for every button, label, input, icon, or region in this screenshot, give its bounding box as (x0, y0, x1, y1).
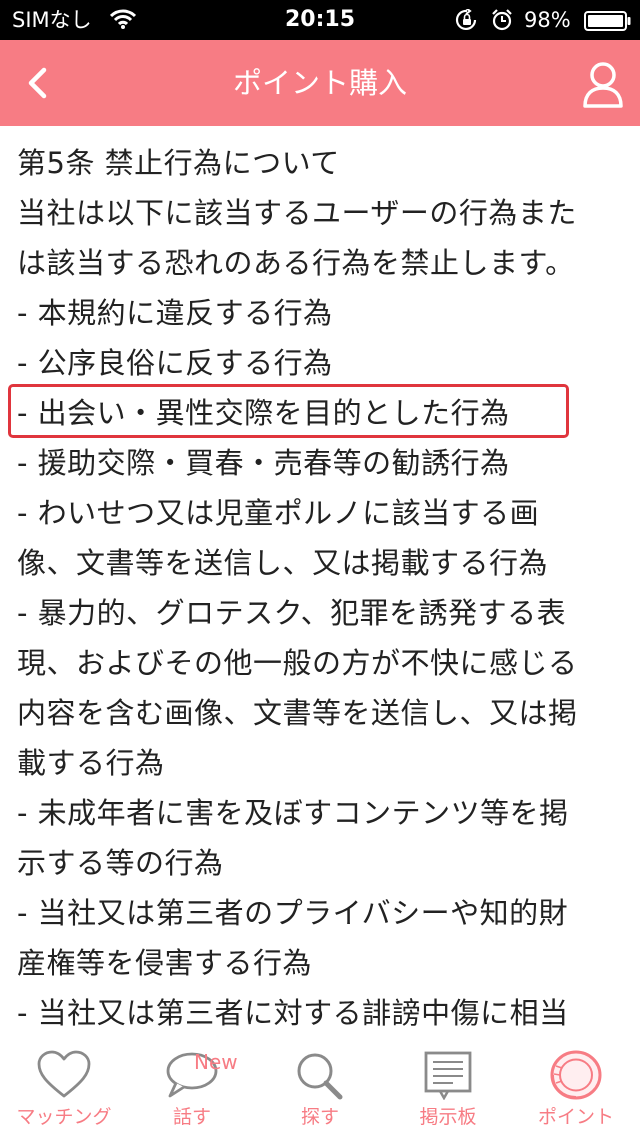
bulletin-board-icon (424, 1051, 472, 1100)
terms-line-highlighted: - 出会い・異性交際を目的とした行為 (17, 396, 510, 430)
terms-text: 第5条 禁止行為について 当社は以下に該当するユーザーの行為また は該当する恐れ… (17, 138, 629, 1028)
terms-line: - 暴力的、グロテスク、犯罪を誘発する表 (17, 596, 567, 630)
new-badge: New (194, 1050, 238, 1074)
terms-line: - 援助交際・買春・売春等の勧誘行為 (17, 446, 510, 480)
terms-line: 載する行為 (17, 746, 165, 780)
tab-board[interactable]: 掲示板 (384, 1028, 512, 1136)
navigation-bar: ポイント購入 (0, 40, 640, 126)
heart-icon (37, 1050, 91, 1098)
terms-line: - 本規約に違反する行為 (17, 296, 333, 330)
person-icon (583, 62, 623, 108)
alarm-icon (492, 9, 512, 31)
terms-line: 内容を含む画像、文書等を送信し、又は掲 (17, 696, 578, 730)
magnifier-icon (297, 1053, 343, 1100)
tab-talk[interactable]: New 話す (128, 1028, 256, 1136)
tab-label: マッチング (16, 1106, 112, 1128)
terms-line: は該当する恐れのある行為を禁止します。 (17, 246, 575, 280)
back-button[interactable] (14, 58, 64, 108)
tab-label: 探す (300, 1106, 339, 1128)
battery-percentage: 98% (524, 8, 571, 32)
terms-line: 示する等の行為 (17, 846, 224, 880)
terms-line: - 未成年者に害を及ぼすコンテンツ等を掲 (17, 796, 569, 830)
tab-label: 話す (172, 1106, 211, 1128)
page-title: ポイント購入 (232, 66, 407, 100)
tab-label: 掲示板 (419, 1106, 477, 1128)
terms-content[interactable]: 第5条 禁止行為について 当社は以下に該当するユーザーの行為また は該当する恐れ… (0, 126, 640, 1028)
tab-label: ポイント (537, 1106, 614, 1128)
tab-bar: マッチング New 話す 探す 掲示板 ポイント (0, 1028, 640, 1136)
tab-point[interactable]: ポイント (512, 1028, 640, 1136)
terms-line: - 公序良俗に反する行為 (17, 346, 333, 380)
section-heading: 第5条 禁止行為について (17, 146, 340, 180)
tab-search[interactable]: 探す (256, 1028, 384, 1136)
battery-icon (584, 11, 631, 31)
profile-button[interactable] (578, 58, 628, 112)
terms-line: 現、およびその他一般の方が不快に感じる (17, 646, 578, 680)
terms-line: 像、文書等を送信し、又は掲載する行為 (17, 546, 549, 580)
terms-line: 当社は以下に該当するユーザーの行為また (17, 196, 577, 230)
terms-line: 産権等を侵害する行為 (17, 946, 313, 980)
tab-matching[interactable]: マッチング (0, 1028, 128, 1136)
status-bar: SIMなし 20:15 98% (0, 0, 640, 40)
terms-line: - わいせつ又は児童ポルノに該当する画 (17, 496, 540, 530)
chevron-left-icon (28, 67, 47, 99)
rotation-lock-icon (455, 9, 477, 31)
coin-icon (550, 1050, 602, 1100)
screen: SIMなし 20:15 98% ポイント購入 第5条 禁止行為について 当社は以… (0, 0, 640, 1136)
terms-line: - 当社又は第三者に対する誹謗中傷に相当 (17, 996, 569, 1028)
terms-line: - 当社又は第三者のプライバシーや知的財 (17, 896, 569, 930)
